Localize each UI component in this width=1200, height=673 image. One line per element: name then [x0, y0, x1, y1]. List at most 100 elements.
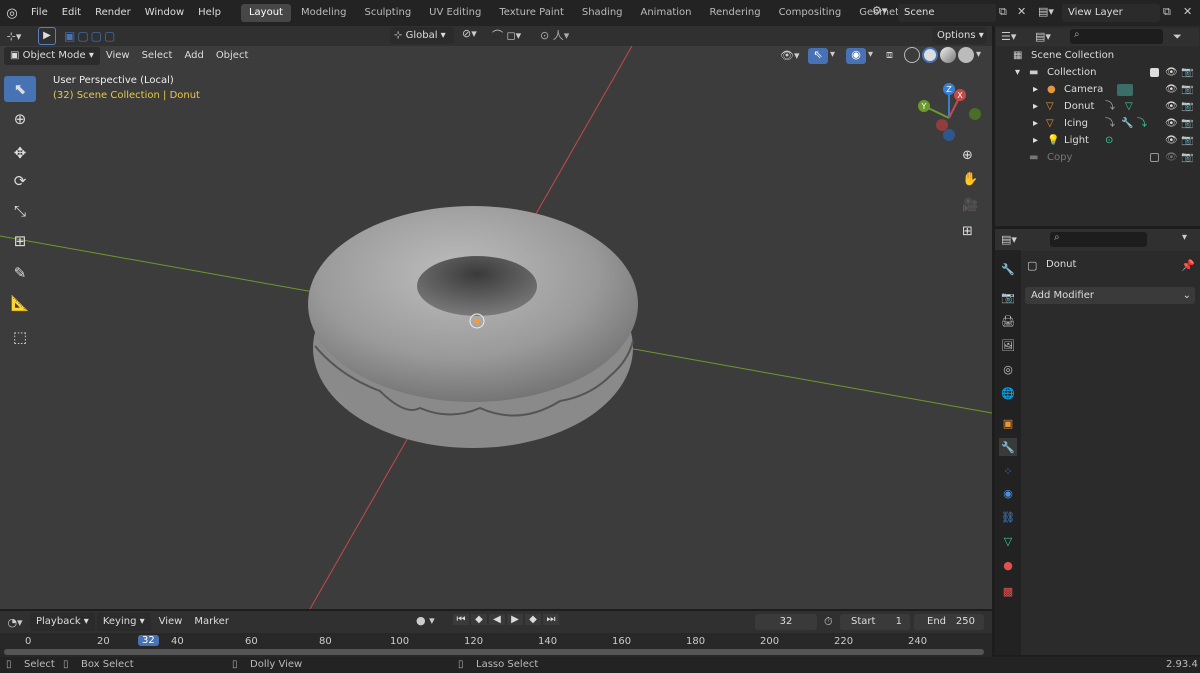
timeline-scrollbar[interactable] — [4, 649, 984, 655]
measure-tool-icon[interactable]: 📐 — [4, 290, 36, 316]
gizmo-dropdown-icon[interactable]: ▾ — [830, 49, 835, 60]
outliner-search-input[interactable]: ⌕ — [1070, 29, 1163, 44]
new-view-layer-icon[interactable]: ⧉ — [1163, 5, 1171, 19]
properties-search-input[interactable]: ⌕ — [1050, 232, 1147, 247]
expand-icon[interactable]: ▸ — [1033, 116, 1038, 132]
snapping-icon[interactable]: ⌒ ◻▾ — [492, 27, 521, 43]
data-tab-icon[interactable]: ▽ — [999, 532, 1017, 550]
filter-icon[interactable]: ⏷ — [1173, 30, 1182, 44]
prev-keyframe-icon[interactable]: ◆ — [471, 614, 487, 625]
display-mode-icon[interactable]: ▤▾ — [1035, 30, 1051, 43]
new-scene-icon[interactable]: ⧉ — [999, 5, 1007, 19]
visibility-eye-icon[interactable]: 👁 — [1165, 133, 1178, 149]
record-icon[interactable]: ● ▾ — [416, 614, 435, 627]
overlays-dropdown-icon[interactable]: ▾ — [868, 49, 873, 60]
visibility-eye-icon[interactable]: 👁 — [1165, 82, 1178, 98]
outliner-row-copy[interactable]: ▬ Copy 👁 📷 — [995, 150, 1200, 166]
expand-icon[interactable]: ▾ — [1015, 65, 1020, 81]
pivot-point-icon[interactable]: ⊘▾ — [462, 27, 477, 40]
menu-file[interactable]: File — [24, 0, 55, 26]
timeline-view-menu[interactable]: View — [153, 613, 189, 631]
current-frame-field[interactable]: 32 — [755, 614, 817, 630]
outliner-row-collection[interactable]: ▾ ▬ Collection 👁 📷 — [995, 65, 1200, 81]
select-tool-icon[interactable]: ▶ — [38, 27, 56, 45]
menu-object[interactable]: Object — [210, 47, 255, 65]
end-frame-field[interactable]: End 250 — [914, 614, 984, 630]
view-layer-tab-icon[interactable]: 🖼 — [999, 336, 1017, 354]
visibility-eye-icon[interactable]: 👁 — [1165, 99, 1178, 115]
playback-menu[interactable]: Playback ▾ — [30, 613, 95, 631]
collection-checkbox[interactable] — [1150, 68, 1159, 77]
outliner-row-donut[interactable]: ▸ ▽ Donut ⤵ ▽ 👁 📷 — [995, 99, 1200, 115]
tab-modeling[interactable]: Modeling — [293, 4, 355, 22]
overlays-toggle-icon[interactable]: ◉ — [846, 48, 866, 64]
expand-icon[interactable]: ▸ — [1033, 133, 1038, 149]
particles-tab-icon[interactable]: ⁘ — [999, 462, 1017, 480]
play-reverse-icon[interactable]: ◀ — [489, 614, 505, 625]
options-dropdown[interactable]: Options ▾ — [932, 27, 987, 44]
properties-options-icon[interactable]: ▾ — [1182, 232, 1187, 243]
scene-selector-icon[interactable]: ⚙▾ — [872, 4, 892, 22]
zoom-view-icon[interactable]: ⊕ — [962, 148, 973, 163]
tab-layout[interactable]: Layout — [240, 4, 291, 22]
menu-render[interactable]: Render — [88, 0, 138, 26]
add-cube-tool-icon[interactable]: ⬚ — [4, 324, 36, 350]
menu-edit[interactable]: Edit — [55, 0, 88, 26]
menu-window[interactable]: Window — [138, 0, 191, 26]
marker-menu[interactable]: Marker — [188, 613, 235, 631]
rendered-shading-icon[interactable] — [958, 47, 974, 63]
annotate-tool-icon[interactable]: ✎ — [4, 260, 36, 286]
copy-checkbox[interactable] — [1150, 153, 1159, 162]
tab-sculpting[interactable]: Sculpting — [356, 4, 419, 22]
render-camera-icon[interactable]: 📷 — [1181, 82, 1193, 98]
proportional-editing-icon[interactable]: ⊙ 人▾ — [540, 27, 569, 43]
blender-logo-icon[interactable]: ◎ — [0, 6, 24, 21]
scene-name-field[interactable]: Scene — [898, 4, 996, 22]
xray-toggle-icon[interactable]: ⧈ — [886, 48, 893, 62]
current-frame-marker[interactable]: 32 — [138, 635, 159, 646]
perspective-toggle-icon[interactable]: ⊞ — [962, 224, 973, 239]
material-tab-icon[interactable]: ● — [999, 556, 1017, 574]
editor-type-icon[interactable]: ⊹▾ — [0, 30, 28, 43]
visibility-eye-icon[interactable]: 👁 — [1165, 150, 1178, 166]
view-layer-icon[interactable]: ▤▾ — [1038, 5, 1054, 18]
outliner-row-camera[interactable]: ▸ ● Camera 👁 📷 — [995, 82, 1200, 98]
material-shading-icon[interactable] — [940, 47, 956, 63]
solid-shading-icon[interactable] — [922, 47, 938, 63]
menu-select[interactable]: Select — [136, 47, 179, 65]
transform-orientation-dropdown[interactable]: ⊹ Global ▾ — [390, 27, 454, 44]
menu-view[interactable]: View — [100, 47, 136, 65]
move-tool-icon[interactable]: ✥ — [4, 140, 36, 166]
expand-icon[interactable]: ▸ — [1033, 99, 1038, 115]
keying-menu[interactable]: Keying ▾ — [96, 613, 151, 631]
stopwatch-icon[interactable]: ⏱ — [824, 615, 833, 629]
render-camera-icon[interactable]: 📷 — [1181, 116, 1193, 132]
visibility-icon[interactable]: 👁▾ — [780, 49, 800, 62]
scale-tool-icon[interactable]: ⤡ — [4, 198, 36, 224]
next-keyframe-icon[interactable]: ◆ — [525, 614, 541, 625]
timeline-editor-icon[interactable]: ◔▾ — [0, 616, 30, 629]
select-box-tool-icon[interactable]: ⬉ — [4, 76, 36, 102]
selection-mode-icons[interactable]: ▣▢▢▢ — [64, 29, 117, 43]
timeline-ruler[interactable]: 0 20 32 40 60 80 100 120 140 160 180 200… — [0, 633, 992, 657]
outliner-row-scene-collection[interactable]: ▦ Scene Collection — [995, 48, 1200, 64]
world-tab-icon[interactable]: 🌐 — [999, 384, 1017, 402]
wireframe-shading-icon[interactable] — [904, 47, 920, 63]
object-mode-dropdown[interactable]: ▣ Object Mode ▾ — [4, 47, 100, 65]
scene-tab-icon[interactable]: ◎ — [999, 360, 1017, 378]
render-camera-icon[interactable]: 📷 — [1181, 150, 1193, 166]
shading-dropdown-icon[interactable]: ▾ — [976, 49, 981, 60]
cursor-tool-icon[interactable]: ⊕ — [4, 106, 36, 132]
physics-tab-icon[interactable]: ◉ — [999, 484, 1017, 502]
tab-rendering[interactable]: Rendering — [701, 4, 768, 22]
tab-compositing[interactable]: Compositing — [771, 4, 850, 22]
rotate-tool-icon[interactable]: ⟳ — [4, 168, 36, 194]
pan-view-icon[interactable]: ✋ — [962, 172, 978, 187]
tab-animation[interactable]: Animation — [633, 4, 700, 22]
properties-editor-icon[interactable]: ▤▾ — [1001, 233, 1017, 246]
render-camera-icon[interactable]: 📷 — [1181, 133, 1193, 149]
outliner-row-icing[interactable]: ▸ ▽ Icing ⤵ 🔧 ⤵ 👁 📷 — [995, 116, 1200, 132]
visibility-eye-icon[interactable]: 👁 — [1165, 65, 1178, 81]
start-frame-field[interactable]: Start 1 — [840, 614, 910, 630]
play-icon[interactable]: ▶ — [507, 614, 523, 625]
